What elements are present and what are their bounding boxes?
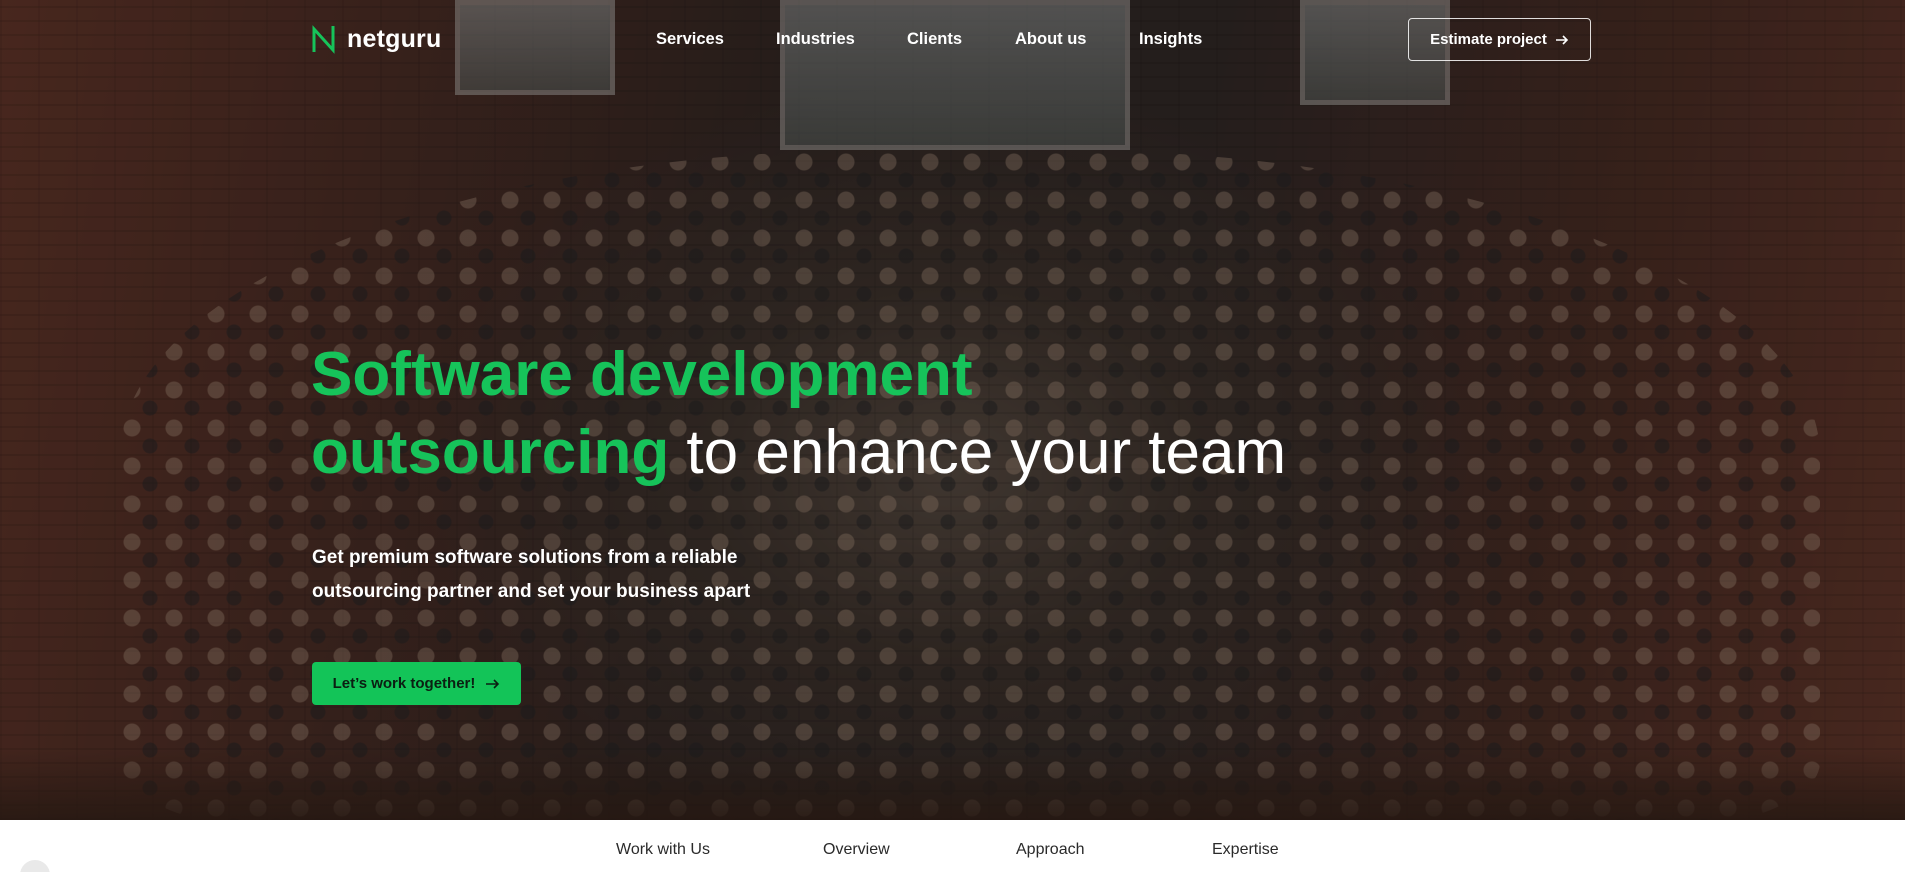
headline-rest: to enhance your team xyxy=(669,418,1287,487)
hero-headline: Software development outsourcing to enha… xyxy=(311,336,1411,492)
arrow-right-icon xyxy=(1555,34,1568,45)
nav-item-services[interactable]: Services xyxy=(656,30,724,49)
cta-label: Let’s work together! xyxy=(332,675,476,692)
nav-item-about-us[interactable]: About us xyxy=(1015,30,1087,49)
headline-highlight: outsourcing xyxy=(311,418,670,487)
estimate-project-button[interactable]: Estimate project xyxy=(1408,18,1591,61)
subnav-item-work-with-us[interactable]: Work with Us xyxy=(616,841,710,859)
nav-item-insights[interactable]: Insights xyxy=(1139,30,1202,49)
subtitle-line-1: Get premium software solutions from a re… xyxy=(312,547,738,568)
nav-item-clients[interactable]: Clients xyxy=(907,30,962,49)
headline-line-2: outsourcing to enhance your team xyxy=(311,414,1411,492)
main-nav: Services Industries Clients About us Ins… xyxy=(0,30,1905,52)
section-subnav: Work with Us Overview Approach Expertise xyxy=(0,820,1905,872)
estimate-project-label: Estimate project xyxy=(1430,31,1547,48)
arrow-right-icon xyxy=(486,678,500,689)
subnav-item-overview[interactable]: Overview xyxy=(823,841,890,859)
lets-work-together-button[interactable]: Let’s work together! xyxy=(312,662,521,705)
subnav-item-approach[interactable]: Approach xyxy=(1016,841,1085,859)
subtitle-line-2: outsourcing partner and set your busines… xyxy=(312,581,751,602)
subnav-item-expertise[interactable]: Expertise xyxy=(1212,841,1279,859)
nav-item-industries[interactable]: Industries xyxy=(776,30,855,49)
headline-line-1: Software development xyxy=(311,340,973,409)
hero-subtitle: Get premium software solutions from a re… xyxy=(312,541,832,609)
